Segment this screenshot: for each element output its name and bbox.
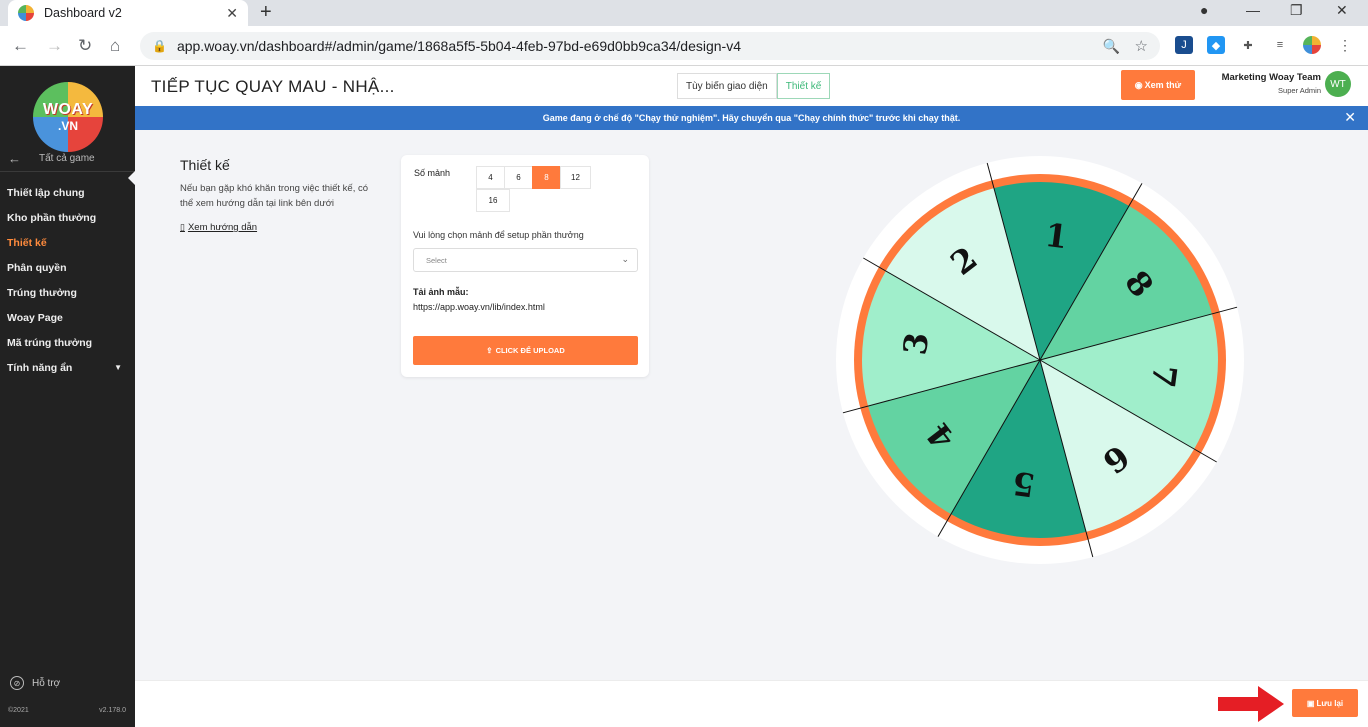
back-to-all-games[interactable]: ← Tất cả game <box>8 151 95 166</box>
piece-option-12[interactable]: 12 <box>560 166 591 189</box>
sidebar-item-rewards[interactable]: Kho phần thưởng <box>7 205 122 230</box>
test-mode-banner: Game đang ở chế độ "Chạy thử nghiệm". Hã… <box>135 106 1368 130</box>
logo-text-top: WOAY <box>42 101 94 118</box>
avatar[interactable]: WT <box>1325 71 1351 97</box>
url-input[interactable]: 🔒 app.woay.vn/dashboard#/admin/game/1868… <box>140 32 1160 60</box>
save-button[interactable]: ▣ Lưu lại <box>1292 689 1358 717</box>
piece-option-8[interactable]: 8 <box>532 166 561 189</box>
banner-text: Game đang ở chế độ "Chạy thử nghiệm". Hã… <box>542 113 961 123</box>
zoom-icon[interactable]: 🔍 <box>1103 38 1120 55</box>
extension-drop-icon[interactable]: ◆ <box>1207 36 1225 54</box>
guide-link-label: Xem hướng dẫn <box>187 222 258 233</box>
minimize-icon[interactable]: — <box>1246 2 1260 18</box>
new-tab-icon[interactable]: + <box>260 1 272 24</box>
sidebar-item-prize-codes[interactable]: Mã trúng thưởng <box>7 330 122 355</box>
close-tab-icon[interactable]: ✕ <box>226 5 238 22</box>
woay-logo[interactable]: WOAY .VN <box>33 82 103 152</box>
piece-option-4[interactable]: 4 <box>476 166 505 189</box>
bookmark-star-icon[interactable]: ☆ <box>1135 37 1148 55</box>
sidebar-item-permissions[interactable]: Phân quyền <box>7 255 122 280</box>
logo-text-bottom: .VN <box>57 119 78 133</box>
lock-icon: 🔒 <box>152 39 167 53</box>
back-label: Tất cả game <box>39 153 95 164</box>
sidebar-item-hidden-features[interactable]: Tính năng ẩn ▼ <box>7 355 122 380</box>
sidebar-item-winners[interactable]: Trúng thưởng <box>7 280 122 305</box>
design-settings-card: Số mảnh 4 6 8 12 16 Vui lòng chọn mảnh đ… <box>401 155 649 377</box>
select-placeholder: Select <box>426 255 447 265</box>
arrow-left-icon: ← <box>8 151 21 166</box>
main-content: Thiết kế Nếu bạn gặp khó khăn trong việc… <box>135 130 1368 680</box>
compass-icon: ⊘ <box>10 676 24 690</box>
lucky-wheel[interactable]: 18765432 <box>835 155 1245 565</box>
piece-select[interactable]: Select ⌄ <box>413 248 638 272</box>
browser-menu-icon[interactable]: ⋮ <box>1336 36 1354 54</box>
caret-down-icon: ▼ <box>114 363 122 372</box>
sidebar-divider <box>0 171 135 172</box>
sidebar-item-woay-page[interactable]: Woay Page <box>7 305 122 330</box>
browser-tab[interactable]: Dashboard v2 ✕ <box>8 0 248 26</box>
sidebar: WOAY .VN ← Tất cả game Thiết lập chung K… <box>0 66 135 727</box>
sample-url[interactable]: https://app.woay.vn/lib/index.html <box>413 302 545 312</box>
profile-avatar-icon[interactable] <box>1303 36 1321 54</box>
red-arrow-icon <box>1218 686 1284 722</box>
section-description: Nếu bạn gặp khó khăn trong việc thiết kế… <box>180 183 369 209</box>
back-icon[interactable]: ← <box>12 36 29 56</box>
tab-design[interactable]: Thiết kế <box>776 73 831 99</box>
sample-label: Tải ảnh mẫu: <box>413 287 469 297</box>
tab-customize[interactable]: Tùy biến giao diện <box>677 73 777 99</box>
home-icon[interactable]: ⌂ <box>110 36 120 56</box>
sidebar-item-design[interactable]: Thiết kế <box>7 230 122 255</box>
section-title: Thiết kế <box>180 157 230 173</box>
pieces-selector: 4 6 8 12 16 <box>476 166 596 212</box>
save-label: Lưu lại <box>1316 698 1344 708</box>
choose-piece-label: Vui lòng chọn mảnh để setup phần thưởng <box>413 230 584 240</box>
reload-icon[interactable]: ↻ <box>78 36 92 56</box>
restore-icon[interactable]: ❐ <box>1290 2 1303 19</box>
bottom-bar: ▣ Lưu lại <box>135 680 1368 727</box>
page-header: TIẾP TỤC QUAY MAU - NHẬ... Tùy biến giao… <box>135 66 1368 106</box>
address-bar: ← → ↻ ⌂ 🔒 app.woay.vn/dashboard#/admin/g… <box>0 26 1368 66</box>
page-title: TIẾP TỤC QUAY MAU - NHẬ... <box>151 77 395 96</box>
profile-menu-icon[interactable]: ● <box>1200 2 1208 18</box>
user-name: Marketing Woay Team <box>1221 72 1321 83</box>
version: v2.178.0 <box>99 707 126 714</box>
upload-label: CLICK ĐỂ UPLOAD <box>495 346 565 355</box>
design-tabs: Tùy biến giao diện Thiết kế <box>677 73 831 99</box>
sidebar-footer: ©2021 v2.178.0 <box>8 707 126 714</box>
browser-tabbar: Dashboard v2 ✕ + ● — ❐ ✕ <box>0 0 1368 26</box>
sidebar-menu: Thiết lập chung Kho phần thưởng Thiết kế… <box>7 180 122 380</box>
chevron-down-icon: ⌄ <box>621 254 629 264</box>
media-control-icon[interactable]: ≡ <box>1271 36 1289 54</box>
user-role: Super Admin <box>1278 86 1321 95</box>
support-label: Hỗ trợ <box>32 677 61 689</box>
eye-icon: ◉ <box>1134 79 1143 90</box>
url-text: app.woay.vn/dashboard#/admin/game/1868a5… <box>176 38 741 54</box>
piece-option-16[interactable]: 16 <box>476 189 510 212</box>
save-icon: ▣ <box>1306 698 1315 708</box>
favicon-icon <box>18 5 34 21</box>
extensions-puzzle-icon[interactable]: ✚ <box>1239 36 1257 54</box>
close-banner-icon[interactable]: ✕ <box>1344 109 1356 126</box>
support-link[interactable]: ⊘ Hỗ trợ <box>10 676 60 690</box>
preview-label: Xem thử <box>1144 80 1182 90</box>
upload-icon: ⇪ <box>486 346 493 355</box>
user-info: Marketing Woay Team Super Admin <box>1201 72 1321 95</box>
sidebar-item-general-settings[interactable]: Thiết lập chung <box>7 180 122 205</box>
copyright: ©2021 <box>8 707 29 714</box>
preview-button[interactable]: ◉ Xem thử <box>1121 70 1195 100</box>
hidden-features-label: Tính năng ẩn <box>7 361 73 374</box>
document-icon: ▯ <box>180 222 185 232</box>
tab-title: Dashboard v2 <box>44 6 122 20</box>
forward-icon[interactable]: → <box>46 36 63 56</box>
pieces-label: Số mảnh <box>414 168 451 178</box>
close-window-icon[interactable]: ✕ <box>1336 2 1348 19</box>
extension-icon[interactable]: J <box>1175 36 1193 54</box>
upload-button[interactable]: ⇪ CLICK ĐỂ UPLOAD <box>413 336 638 365</box>
piece-option-6[interactable]: 6 <box>504 166 533 189</box>
guide-link[interactable]: ▯ Xem hướng dẫn <box>180 222 257 233</box>
